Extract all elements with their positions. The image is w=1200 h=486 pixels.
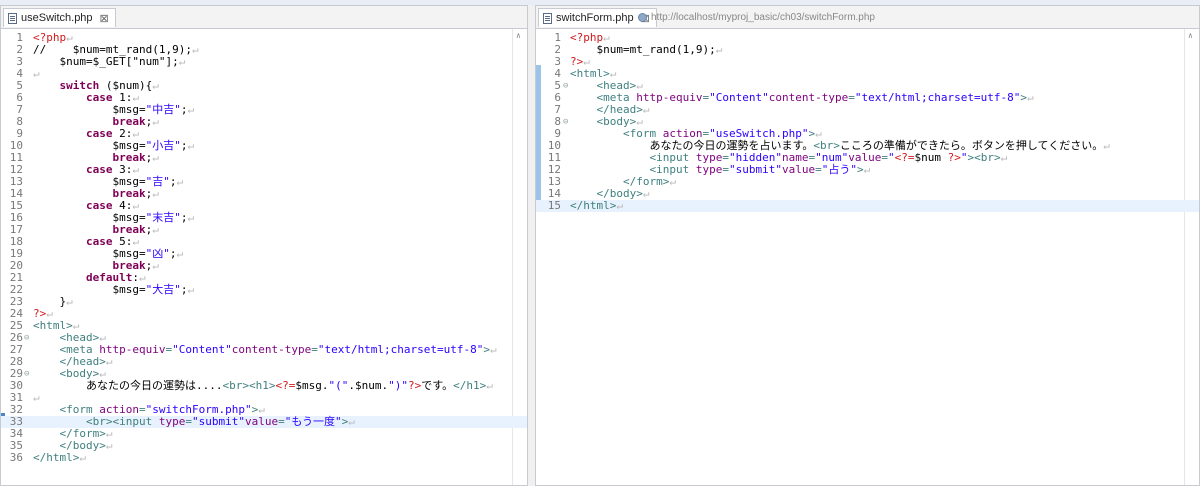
eol-marker: ↵ bbox=[187, 211, 195, 224]
code-line[interactable]: 23 }↵ bbox=[1, 296, 527, 308]
tab-title: switchForm.php bbox=[556, 12, 634, 24]
eol-marker: ↵ bbox=[1103, 139, 1110, 152]
line-number: 15 bbox=[547, 199, 561, 212]
fold-collapse-icon[interactable]: ⊖ bbox=[24, 368, 29, 380]
fold-collapse-icon[interactable]: ⊖ bbox=[563, 116, 568, 128]
fold-collapse-icon[interactable]: ⊖ bbox=[24, 332, 29, 344]
eol-marker: ↵ bbox=[79, 451, 86, 464]
eol-marker: ↵ bbox=[669, 175, 676, 188]
code-text: あなたの今日の運勢は....<br><h1><?=$msg."(".$num."… bbox=[85, 379, 493, 392]
code-text: $num=$_GET["num"];↵ bbox=[59, 55, 186, 68]
eol-marker: ↵ bbox=[1027, 91, 1034, 104]
code-line[interactable]: 3 $num=$_GET["num"];↵ bbox=[1, 56, 527, 68]
code-text: </html>↵ bbox=[570, 199, 623, 212]
code-editor[interactable]: ∧ 1 <?php↵ 2// $num=mt_rand(1,9);↵ 3 $num=$… bbox=[1, 29, 527, 485]
eol-marker: ↵ bbox=[152, 115, 159, 128]
eol-marker: ↵ bbox=[348, 415, 355, 428]
code-line[interactable]: 15 </html>↵ bbox=[536, 200, 1199, 212]
editor-pane-useswitch: useSwitch.php ⊠ ∧ 1 <?php↵ 2// $num=mt_ran… bbox=[0, 5, 528, 486]
code-text: </html>↵ bbox=[33, 451, 86, 464]
tab-title: useSwitch.php bbox=[21, 12, 93, 24]
eol-marker: ↵ bbox=[642, 187, 650, 200]
eol-marker: ↵ bbox=[187, 103, 195, 116]
eol-marker: ↵ bbox=[176, 175, 184, 188]
php-file-icon bbox=[543, 12, 552, 24]
eol-marker: ↵ bbox=[191, 43, 199, 56]
browser-tab-url[interactable]: http://localhost/myproj_basic/ch03/switc… bbox=[638, 8, 875, 27]
code-line[interactable]: 24 ?>↵ bbox=[1, 308, 527, 320]
url-text: http://localhost/myproj_basic/ch03/switc… bbox=[651, 12, 875, 23]
editor-tabbar: useSwitch.php ⊠ bbox=[1, 6, 527, 29]
editor-pane-switchform: switchForm.php ⊠ http://localhost/myproj… bbox=[535, 5, 1200, 486]
code-line[interactable]: 14 </body>↵ bbox=[536, 188, 1199, 200]
close-tab-icon[interactable]: ⊠ bbox=[100, 12, 109, 25]
code-editor[interactable]: ∧ 1 <?php↵ 2 $num=mt_rand(1,9);↵ 3 ?>↵ 4 <html… bbox=[536, 29, 1199, 485]
eol-marker: ↵ bbox=[105, 355, 113, 368]
tab-useswitch[interactable]: useSwitch.php ⊠ bbox=[3, 8, 116, 27]
eol-marker: ↵ bbox=[642, 103, 650, 116]
globe-icon bbox=[638, 13, 647, 22]
fold-collapse-icon[interactable]: ⊖ bbox=[563, 80, 568, 92]
eol-marker: ↵ bbox=[1000, 151, 1008, 164]
eol-marker: ↵ bbox=[490, 343, 497, 356]
editor-tabbar: switchForm.php ⊠ http://localhost/myproj… bbox=[536, 6, 1199, 29]
eol-marker: ↵ bbox=[863, 163, 871, 176]
eol-marker: ↵ bbox=[176, 247, 184, 260]
eol-marker: ↵ bbox=[152, 79, 159, 92]
code-line[interactable]: 22 $msg="大吉";↵ bbox=[1, 284, 527, 296]
code-line[interactable]: 36 </html>↵ bbox=[1, 452, 527, 464]
eol-marker: ↵ bbox=[187, 283, 195, 296]
code-line[interactable]: 2 $num=mt_rand(1,9);↵ bbox=[536, 44, 1199, 56]
eol-marker: ↵ bbox=[152, 223, 159, 236]
eol-marker: ↵ bbox=[715, 43, 723, 56]
eol-marker: ↵ bbox=[152, 151, 159, 164]
eol-marker: ↵ bbox=[152, 187, 159, 200]
code-line[interactable]: 3 ?>↵ bbox=[536, 56, 1199, 68]
line-number: 36 bbox=[9, 451, 23, 464]
php-file-icon bbox=[8, 12, 17, 24]
eol-marker: ↵ bbox=[178, 55, 186, 68]
eol-marker: ↵ bbox=[187, 139, 195, 152]
code-line[interactable]: 30 あなたの今日の運勢は....<br><h1><?=$msg."(".$nu… bbox=[1, 380, 527, 392]
eol-marker: ↵ bbox=[105, 439, 113, 452]
code-text: $num=mt_rand(1,9);↵ bbox=[596, 43, 723, 56]
eol-marker: ↵ bbox=[616, 199, 623, 212]
eol-marker: ↵ bbox=[66, 295, 73, 308]
eol-marker: ↵ bbox=[152, 259, 159, 272]
eol-marker: ↵ bbox=[486, 379, 493, 392]
pane-divider[interactable] bbox=[528, 5, 535, 486]
